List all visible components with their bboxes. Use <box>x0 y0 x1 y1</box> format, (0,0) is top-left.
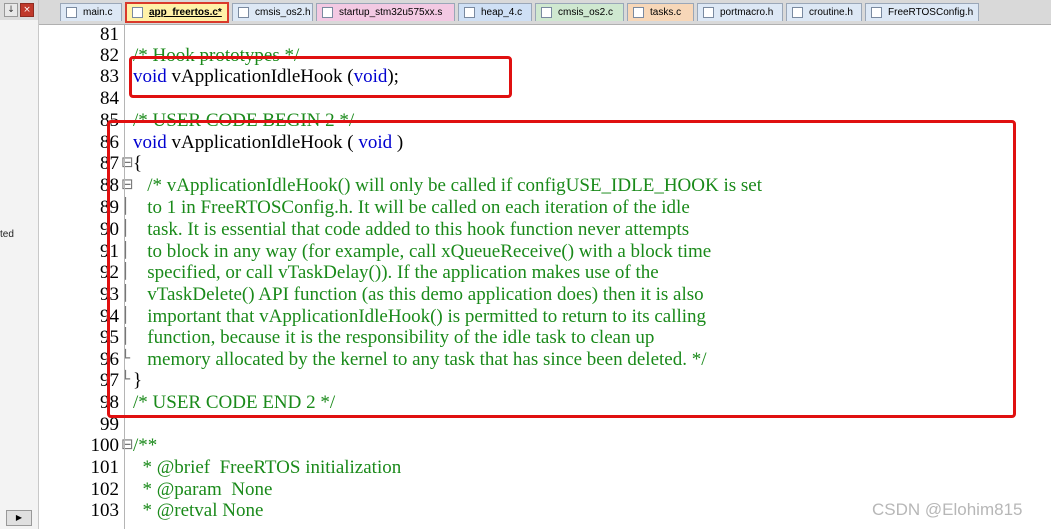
line-number: 99 <box>100 414 119 435</box>
left-panel-clipped-text: ted <box>0 229 14 240</box>
code-line[interactable]: * @brief FreeRTOS initialization <box>133 457 402 479</box>
file-icon <box>66 7 77 18</box>
code-line[interactable]: * @param None <box>133 479 273 501</box>
tab-label: FreeRTOSConfig.h <box>888 7 974 18</box>
line-number: 100 <box>90 435 120 456</box>
tab-label: croutine.h <box>809 7 853 18</box>
tab-app-freertos-c[interactable]: app_freertos.c* <box>125 2 229 23</box>
close-icon[interactable]: × <box>20 3 34 17</box>
file-icon <box>464 7 475 18</box>
file-icon <box>633 7 644 18</box>
file-icon <box>541 7 552 18</box>
code-line[interactable]: /** <box>133 435 157 457</box>
comment-token: /** <box>133 435 158 456</box>
comment-token: * @brief FreeRTOS initialization <box>133 457 402 478</box>
scroll-right-button[interactable]: ▶ <box>6 510 32 526</box>
line-number: 81 <box>100 24 119 45</box>
tab-label: startup_stm32u575xx.s <box>339 7 443 18</box>
code-line[interactable]: * @retval None <box>133 500 264 522</box>
tab-portmacro-h[interactable]: portmacro.h <box>697 3 783 21</box>
line-number: 103 <box>90 500 120 521</box>
tab-startup-stm32u575xx-s[interactable]: startup_stm32u575xx.s <box>316 3 455 21</box>
tab-tasks-c[interactable]: tasks.c <box>627 3 694 21</box>
tab-freertosconfig-h[interactable]: FreeRTOSConfig.h <box>865 3 979 21</box>
file-icon <box>322 7 333 18</box>
left-panel: ↓ × ted ▶ <box>0 0 39 529</box>
tab-croutine-h[interactable]: croutine.h <box>786 3 862 21</box>
highlight-box-prototype <box>129 56 512 98</box>
watermark: CSDN @Elohim815 <box>872 500 1023 519</box>
tab-label: heap_4.c <box>481 7 523 18</box>
file-icon <box>792 7 803 18</box>
line-number: 83 <box>100 66 119 87</box>
line-number: 84 <box>100 88 119 109</box>
tab-cmsis-os2-c[interactable]: cmsis_os2.c <box>535 3 624 21</box>
tab-label: cmsis_os2.c <box>558 7 614 18</box>
line-number: 82 <box>100 45 119 66</box>
tab-heap-4-c[interactable]: heap_4.c <box>458 3 532 21</box>
fold-toggle-icon[interactable]: ⊟ <box>121 435 134 453</box>
left-panel-header: ↓ × <box>0 0 38 20</box>
file-icon <box>871 7 882 18</box>
file-tab-bar: main.c app_freertos.c* cmsis_os2.h startup_… <box>39 0 1051 25</box>
tab-label: cmsis_os2.h <box>255 7 311 18</box>
tab-label: portmacro.h <box>720 7 774 18</box>
tab-label: tasks.c <box>650 7 682 18</box>
highlight-box-idle-hook <box>107 120 1016 418</box>
line-number: 101 <box>90 457 120 478</box>
comment-token: * @param None <box>133 479 273 500</box>
file-icon <box>132 7 143 18</box>
line-number: 102 <box>90 479 120 500</box>
tab-label: app_freertos.c* <box>149 7 222 18</box>
pin-icon[interactable]: ↓ <box>4 3 18 17</box>
file-icon <box>238 7 249 18</box>
tab-main-c[interactable]: main.c <box>60 3 122 21</box>
tab-cmsis-os2-h[interactable]: cmsis_os2.h <box>232 3 313 21</box>
file-icon <box>703 7 714 18</box>
tab-label: main.c <box>83 7 113 18</box>
comment-token: * @retval None <box>133 500 264 521</box>
